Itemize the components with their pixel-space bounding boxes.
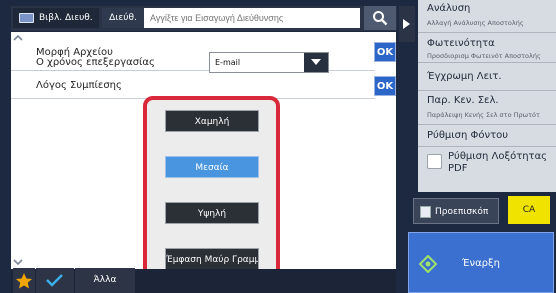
background-setting-item[interactable]: Ρύθμιση Φόντου <box>418 125 556 147</box>
pdf-skew-title: Ρύθμιση Λοξότητας PDF <box>448 151 548 174</box>
compression-reason-label: Λόγος Συμπίεσης <box>36 80 122 91</box>
clear-all-button[interactable]: CA <box>508 196 550 224</box>
option-high[interactable]: Υψηλή <box>165 202 259 224</box>
scroll-down-icon[interactable] <box>13 258 23 266</box>
processing-time-label: Ο χρόνος επεξεργασίας <box>36 57 155 68</box>
file-format-ok-button[interactable]: OK <box>374 42 396 62</box>
color-mode-title: Έγχρωμη Λειτ. <box>427 71 502 82</box>
chevron-down-icon <box>304 53 328 72</box>
compression-options-group: Χαμηλή Μεσαία Υψηλή Έμφαση Μαύρ Γραμμ <box>143 96 280 292</box>
file-format-select[interactable]: E-mail <box>209 52 329 73</box>
compression-ok-button[interactable]: OK <box>374 76 396 96</box>
search-icon <box>373 11 388 26</box>
file-format-value: E-mail <box>215 58 241 67</box>
check-icon <box>46 274 63 287</box>
start-button[interactable]: Έναρξη <box>408 232 554 293</box>
preview-label: Προεπισκόπ <box>435 207 489 217</box>
compression-reason-row: Λόγος Συμπίεσης <box>11 72 375 99</box>
option-medium[interactable]: Μεσαία <box>165 156 259 178</box>
favorite-button[interactable] <box>13 268 35 293</box>
address-input[interactable] <box>144 8 360 28</box>
resolution-subtitle: Αλλαγή Ανάλυσης Αποστολής <box>427 19 524 27</box>
check-button[interactable] <box>36 268 74 293</box>
address-book-label: Βιβλ. Διευθ. <box>39 13 93 23</box>
brightness-subtitle: Προσδιορισμ Φωτεινότ Αποστολής <box>427 52 541 60</box>
preview-icon <box>420 206 431 218</box>
blank-page-skip-subtitle: Παράλειψη Κενής Σελ στο Πρωτότ <box>427 111 540 119</box>
address-book-icon <box>19 13 34 23</box>
option-low[interactable]: Χαμηλή <box>165 110 259 132</box>
blank-page-skip-item[interactable]: Παρ. Κεν. Σελ. Παράλειψη Κενής Σελ στο Π… <box>418 91 556 125</box>
other-button[interactable]: Άλλα <box>75 268 135 293</box>
start-icon <box>419 255 437 273</box>
address-button[interactable]: Διεύθ. <box>102 8 144 28</box>
resolution-item[interactable]: Ανάλυση Αλλαγή Ανάλυσης Αποστολής <box>418 0 556 33</box>
pdf-skew-item[interactable]: Ρύθμιση Λοξότητας PDF <box>418 147 556 183</box>
background-setting-title: Ρύθμιση Φόντου <box>427 130 509 141</box>
panel-toggle-button[interactable] <box>399 6 415 42</box>
star-icon <box>16 273 32 289</box>
file-format-row: Μορφή Αρχείου Ο χρόνος επεξεργασίας E-ma… <box>11 39 375 73</box>
start-label: Έναρξη <box>462 258 500 269</box>
address-book-button[interactable]: Βιβλ. Διευθ. <box>13 8 99 28</box>
settings-panel: Μορφή Αρχείου Ο χρόνος επεξεργασίας E-ma… <box>11 32 396 292</box>
right-panel: Ανάλυση Αλλαγή Ανάλυσης Αποστολής Φωτειν… <box>418 0 556 192</box>
search-button[interactable] <box>364 6 396 30</box>
preview-button[interactable]: Προεπισκόπ <box>413 198 499 224</box>
blank-page-skip-title: Παρ. Κεν. Σελ. <box>427 95 499 106</box>
brightness-item[interactable]: Φωτεινότητα Προσδιορισμ Φωτεινότ Αποστολ… <box>418 33 556 63</box>
resolution-title: Ανάλυση <box>427 3 471 14</box>
brightness-title: Φωτεινότητα <box>427 38 495 49</box>
option-black-line-emphasis[interactable]: Έμφαση Μαύρ Γραμμ <box>165 248 259 270</box>
pdf-skew-checkbox[interactable] <box>427 154 442 169</box>
color-mode-item[interactable]: Έγχρωμη Λειτ. <box>418 63 556 91</box>
